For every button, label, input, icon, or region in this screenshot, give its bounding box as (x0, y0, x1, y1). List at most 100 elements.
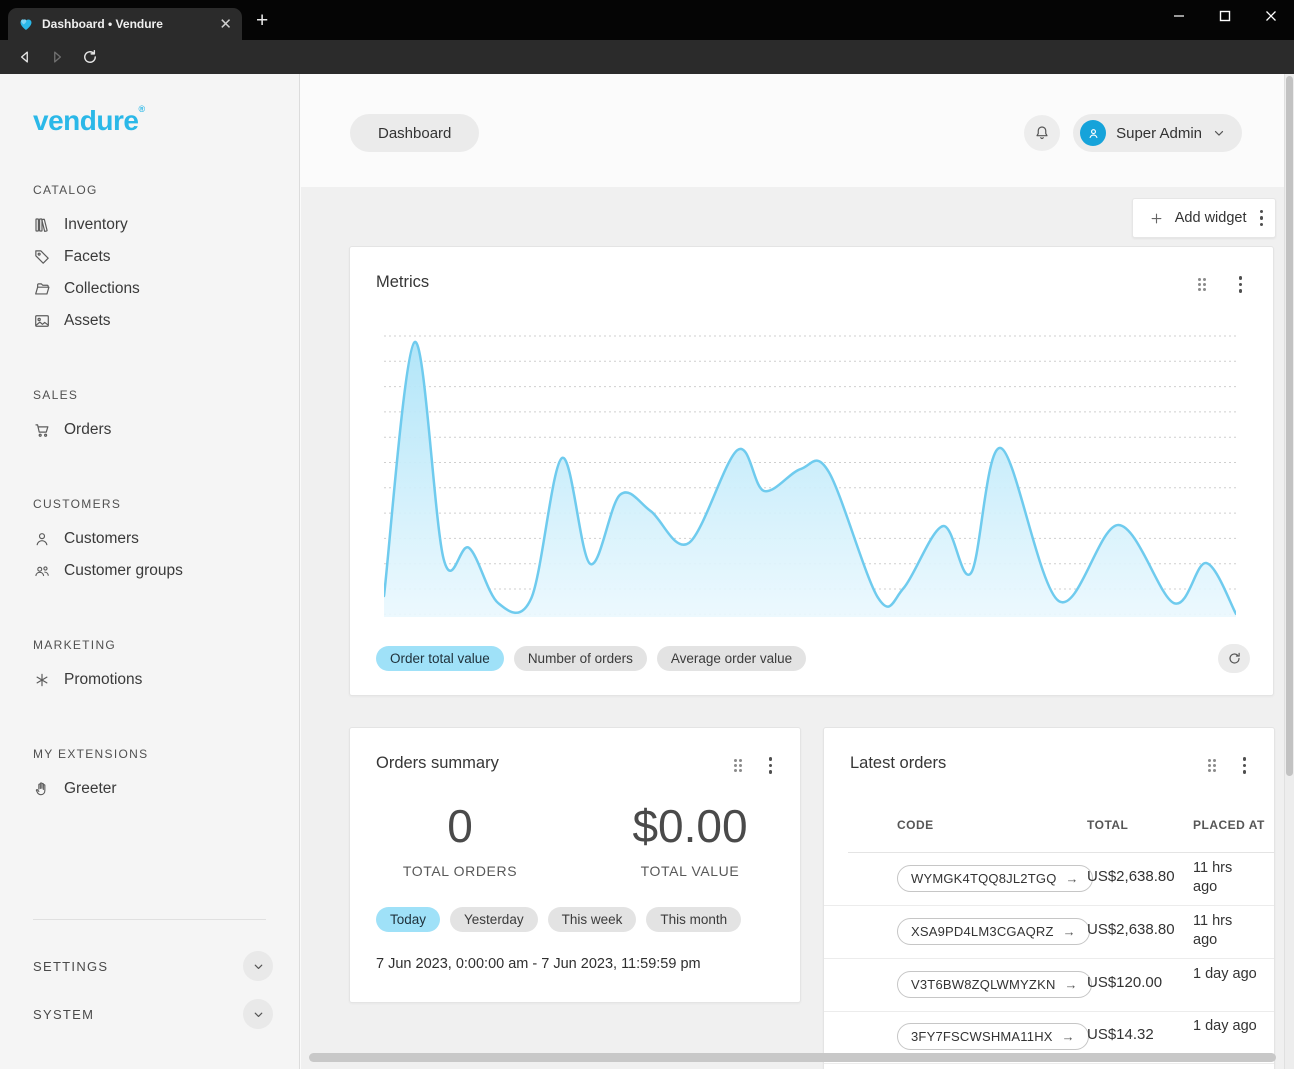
reload-icon (81, 48, 99, 66)
sidebar-item-customers[interactable]: Customers (0, 523, 299, 555)
widget-menu-button[interactable] (1243, 757, 1247, 774)
drag-handle-icon[interactable] (734, 759, 742, 772)
total-value-stat: $0.00 TOTAL VALUE (605, 800, 775, 879)
sidebar-section-marketing: MARKETING Promotions (0, 638, 299, 696)
widget-title: Orders summary (376, 754, 499, 773)
refresh-button[interactable] (1218, 644, 1250, 673)
chevron-down-icon[interactable] (243, 999, 273, 1029)
arrow-right-icon: → (1063, 924, 1076, 939)
tag-icon (33, 248, 51, 266)
sidebar-item-promotions[interactable]: Promotions (0, 664, 299, 696)
user-icon (33, 530, 51, 548)
browser-tab[interactable]: Dashboard • Vendure ✕ (8, 8, 242, 40)
order-placed-at: 11 hrsago (1193, 859, 1273, 897)
column-header-total: TOTAL (1087, 818, 1128, 832)
sidebar-item-customer-groups[interactable]: Customer groups (0, 555, 299, 587)
widget-menu-button[interactable] (769, 757, 773, 774)
window-maximize-button[interactable] (1202, 0, 1248, 31)
sidebar-item-collections[interactable]: Collections (0, 273, 299, 305)
browser-toolbar: ! localhost:3000/admin/ (0, 40, 1294, 74)
breadcrumb[interactable]: Dashboard (350, 114, 479, 152)
asterisk-icon (33, 671, 51, 689)
tab-close-button[interactable]: ✕ (219, 17, 232, 32)
range-this-month[interactable]: This month (646, 907, 741, 932)
drag-handle-icon[interactable] (1198, 278, 1206, 291)
metrics-widget: Metrics (349, 246, 1274, 696)
sidebar-item-label: Greeter (64, 780, 117, 798)
summary-stats: 0 TOTAL ORDERS $0.00 TOTAL VALUE (350, 800, 800, 879)
forward-button[interactable] (45, 45, 69, 69)
horizontal-scrollbar[interactable] (301, 1053, 1284, 1063)
vendure-admin-app: vendure® CATALOG Inventory Facets Collec… (0, 74, 1294, 1069)
window-minimize-button[interactable] (1156, 0, 1202, 31)
sidebar-divider (33, 919, 266, 920)
orders-summary-widget: Orders summary 0 TOTAL ORDERS $0.00 TOTA… (349, 727, 801, 1003)
kebab-menu-icon[interactable] (1260, 210, 1264, 227)
new-tab-button[interactable]: + (256, 9, 268, 33)
column-header-code: CODE (897, 818, 934, 832)
order-code-button[interactable]: WYMGK4TQQ8JL2TGQ→ (897, 865, 1093, 892)
sidebar-item-inventory[interactable]: Inventory (0, 209, 299, 241)
range-tabs: Today Yesterday This week This month (376, 907, 741, 932)
sidebar-item-orders[interactable]: Orders (0, 414, 299, 446)
sidebar-item-facets[interactable]: Facets (0, 241, 299, 273)
tab-order-total-value[interactable]: Order total value (376, 646, 504, 671)
back-button[interactable] (13, 45, 37, 69)
order-code-button[interactable]: XSA9PD4LM3CGAQRZ→ (897, 918, 1090, 945)
bell-icon (1033, 124, 1051, 142)
sidebar-item-system[interactable]: SYSTEM (33, 996, 273, 1032)
image-icon (33, 312, 51, 330)
refresh-icon (1227, 651, 1242, 666)
users-icon (33, 562, 51, 580)
order-code-button[interactable]: 3FY7FSCWSHMA11HX→ (897, 1023, 1089, 1050)
sidebar-item-assets[interactable]: Assets (0, 305, 299, 337)
arrow-right-icon: → (1066, 871, 1079, 886)
section-title: CATALOG (33, 183, 299, 197)
tab-number-of-orders[interactable]: Number of orders (514, 646, 647, 671)
widget-title: Latest orders (850, 754, 946, 773)
latest-orders-widget: Latest orders CODE TOTAL PLACED AT WYMGK… (823, 727, 1275, 1069)
section-title: MY EXTENSIONS (33, 747, 299, 761)
window-controls (1156, 0, 1294, 31)
hand-icon (33, 780, 51, 798)
order-total: US$120.00 (1087, 974, 1162, 991)
maximize-icon (1219, 10, 1231, 22)
range-yesterday[interactable]: Yesterday (450, 907, 538, 932)
order-placed-at: 11 hrsago (1193, 912, 1273, 950)
vertical-scrollbar-thumb[interactable] (1286, 76, 1293, 776)
horizontal-scrollbar-thumb[interactable] (309, 1053, 1276, 1062)
sidebar-item-settings[interactable]: SETTINGS (33, 948, 273, 984)
window-close-button[interactable] (1248, 0, 1294, 31)
sidebar-item-label: Customer groups (64, 562, 183, 580)
sidebar-item-label: Orders (64, 421, 111, 439)
table-row: WYMGK4TQQ8JL2TGQ→ US$2,638.80 11 hrsago (824, 853, 1274, 906)
widget-title: Metrics (376, 273, 429, 292)
vendure-favicon-heart-icon (18, 16, 34, 32)
vertical-scrollbar[interactable] (1284, 74, 1294, 1069)
dashboard-content: Add widget Metrics (301, 187, 1294, 1069)
range-this-week[interactable]: This week (548, 907, 637, 932)
tab-bar: Dashboard • Vendure ✕ + (0, 0, 1294, 40)
range-today[interactable]: Today (376, 907, 440, 932)
sidebar-item-label: Facets (64, 248, 111, 266)
add-widget-button[interactable]: Add widget (1132, 198, 1276, 238)
sidebar-section-customers: CUSTOMERS Customers Customer groups (0, 497, 299, 587)
widget-menu-button[interactable] (1239, 276, 1243, 293)
books-icon (33, 216, 51, 234)
reload-button[interactable] (78, 45, 102, 69)
vendure-logo: vendure® (33, 104, 299, 137)
drag-handle-icon[interactable] (1208, 759, 1216, 772)
header-actions: Super Admin (1024, 114, 1242, 152)
sidebar-section-sales: SALES Orders (0, 388, 299, 446)
notifications-button[interactable] (1024, 115, 1060, 151)
date-range-text: 7 Jun 2023, 0:00:00 am - 7 Jun 2023, 11:… (376, 956, 701, 972)
area-chart (384, 331, 1236, 621)
table-row: XSA9PD4LM3CGAQRZ→ US$2,638.80 11 hrsago (824, 906, 1274, 959)
sidebar-item-greeter[interactable]: Greeter (0, 773, 299, 805)
user-menu[interactable]: Super Admin (1073, 114, 1242, 152)
person-icon (1086, 126, 1101, 141)
tab-average-order-value[interactable]: Average order value (657, 646, 806, 671)
sidebar: vendure® CATALOG Inventory Facets Collec… (0, 74, 300, 1069)
order-code-button[interactable]: V3T6BW8ZQLWMYZKN→ (897, 971, 1092, 998)
chevron-down-icon[interactable] (243, 951, 273, 981)
